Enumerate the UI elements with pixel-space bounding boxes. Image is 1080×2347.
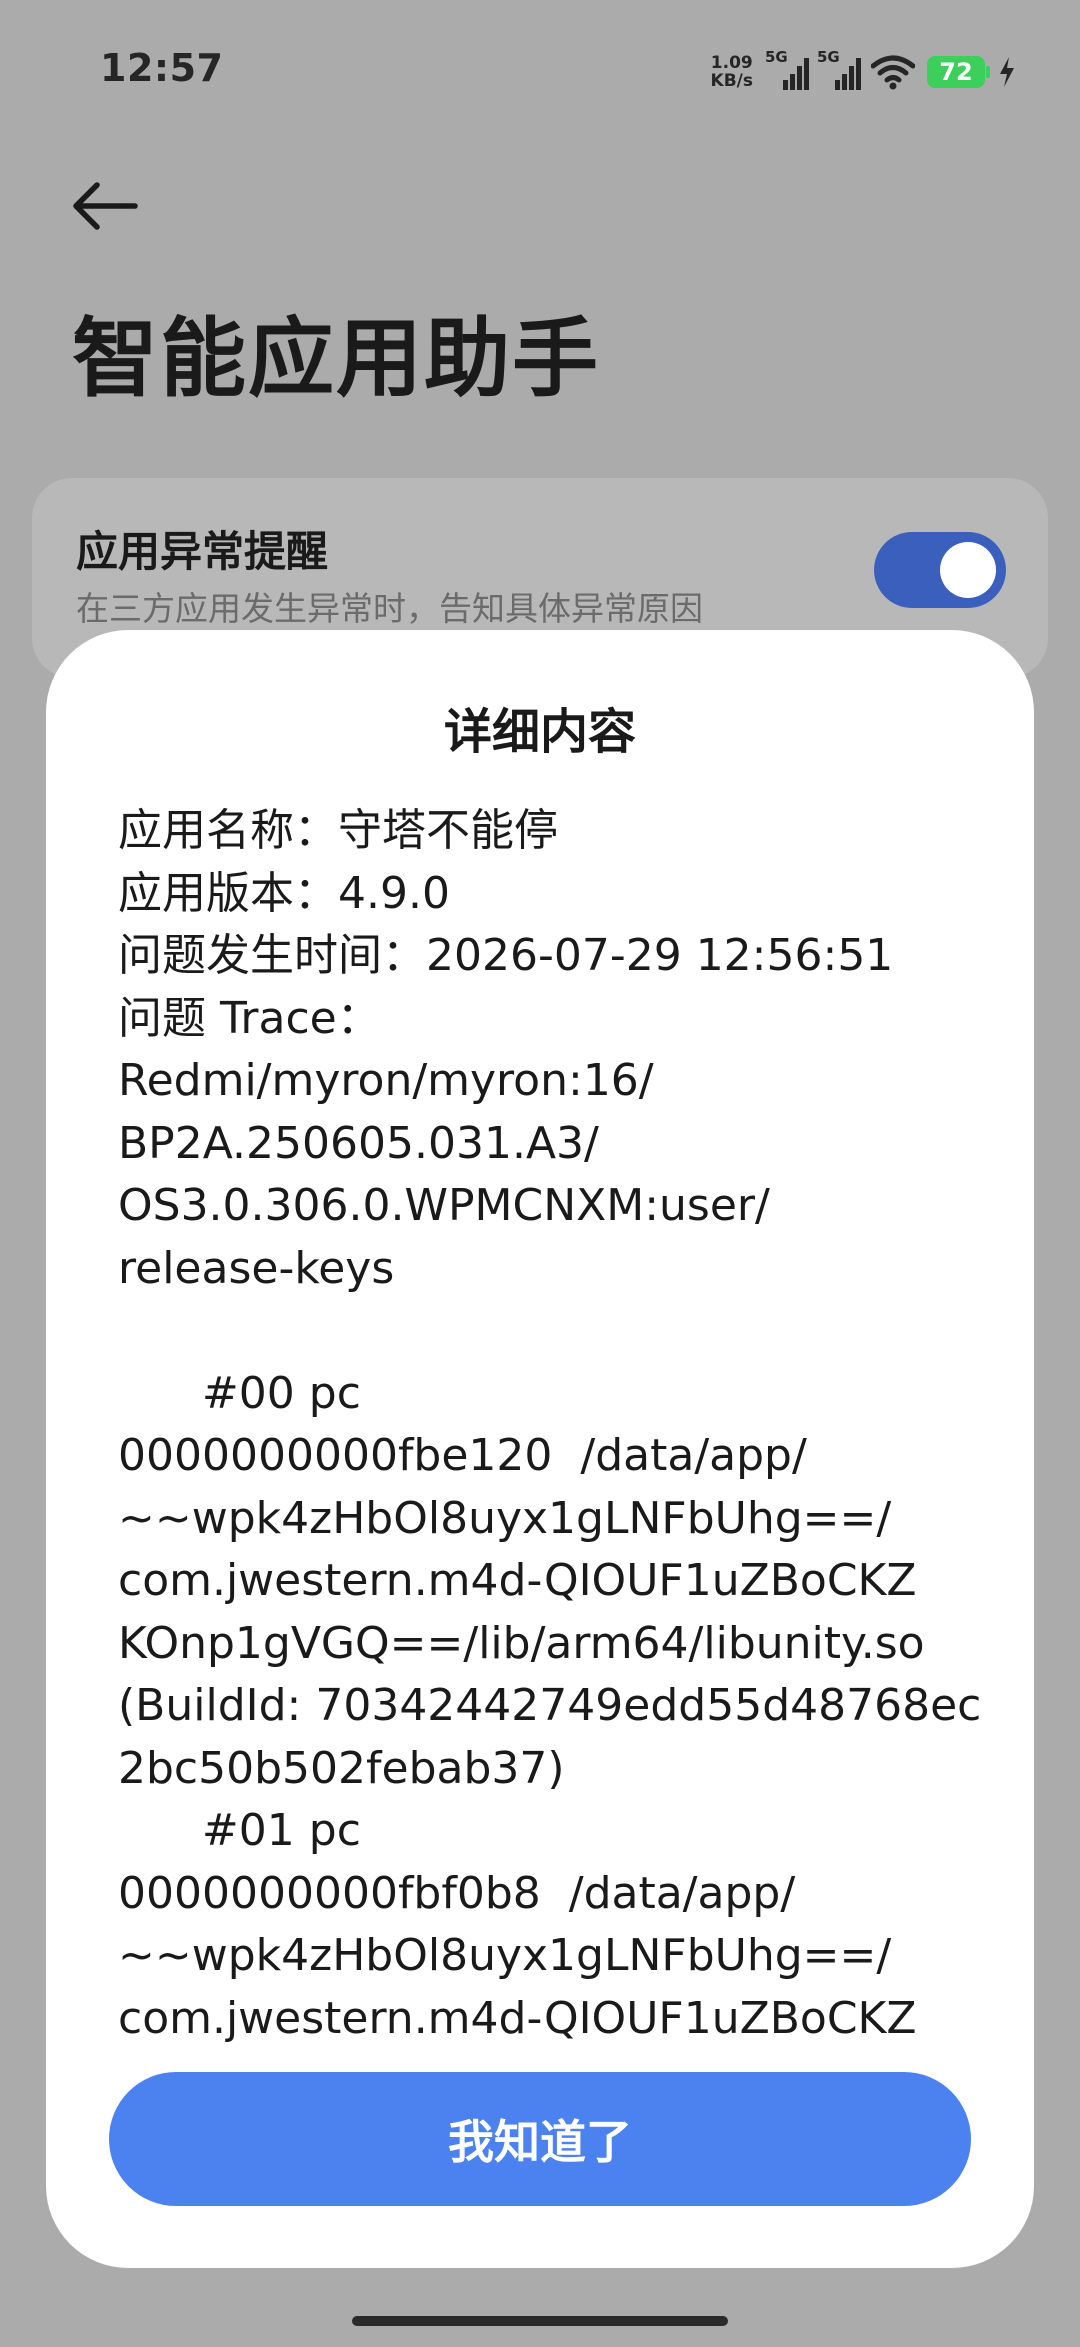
status-bar: 12:57 1.09 KB/s 5G 5G 72 bbox=[0, 0, 1080, 140]
setting-description: 在三方应用发生异常时，告知具体异常原因 bbox=[76, 589, 703, 628]
battery-level: 72 bbox=[927, 56, 985, 88]
signal-icon: 5G bbox=[817, 48, 863, 92]
status-time: 12:57 bbox=[100, 46, 224, 90]
trace-label: 问题 Trace： bbox=[118, 992, 381, 1044]
toggle-knob bbox=[940, 542, 996, 598]
setting-label: 应用异常提醒 bbox=[76, 527, 329, 576]
dialog-title: 详细内容 bbox=[443, 704, 636, 760]
battery-icon: 72 bbox=[927, 56, 990, 88]
battery-tip bbox=[986, 66, 990, 78]
trace-text: Redmi/myron/myron:16/ BP2A.250605.031.A3… bbox=[118, 1055, 982, 2042]
dialog-scroll-content[interactable]: 应用名称：守塔不能停 应用版本：4.9.0 问题发生时间：2026-07-29 … bbox=[118, 800, 988, 2042]
network-speed: 1.09 KB/s bbox=[711, 54, 753, 90]
network-speed-value: 1.09 bbox=[710, 53, 753, 73]
details-dialog: 详细内容 应用名称：守塔不能停 应用版本：4.9.0 问题发生时间：2026-0… bbox=[46, 630, 1034, 2268]
wifi-icon bbox=[871, 55, 915, 90]
charging-icon bbox=[1000, 57, 1014, 87]
signal-icon: 5G bbox=[765, 48, 811, 92]
network-speed-unit: KB/s bbox=[710, 71, 753, 91]
got-it-button[interactable]: 我知道了 bbox=[109, 2072, 971, 2206]
signal-type-label: 5G bbox=[817, 48, 840, 66]
app-version-line: 应用版本：4.9.0 bbox=[118, 867, 450, 919]
page-title: 智能应用助手 bbox=[72, 309, 600, 409]
app-name-line: 应用名称：守塔不能停 bbox=[118, 805, 558, 856]
home-indicator[interactable] bbox=[352, 2316, 728, 2326]
back-button[interactable] bbox=[64, 166, 144, 246]
status-icons: 1.09 KB/s 5G 5G 72 bbox=[711, 48, 1016, 94]
signal-type-label: 5G bbox=[765, 48, 788, 66]
back-arrow-icon bbox=[73, 182, 138, 230]
exception-alert-toggle[interactable] bbox=[874, 532, 1006, 608]
occurrence-time-line: 问题发生时间：2026-07-29 12:56:51 bbox=[118, 930, 894, 981]
